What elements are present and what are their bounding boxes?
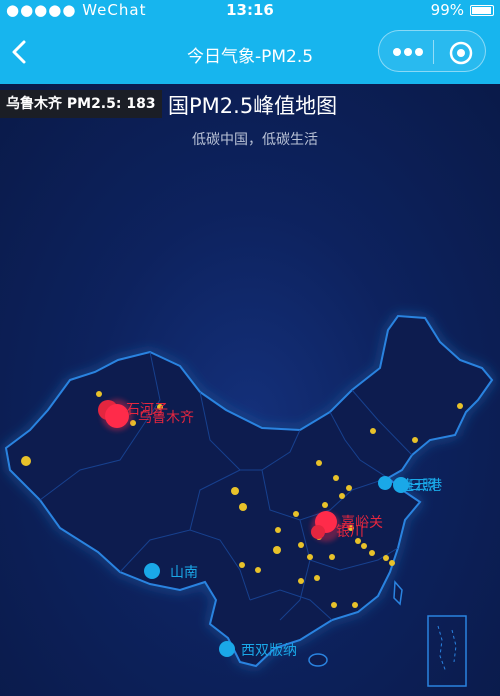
- map-point: [329, 554, 335, 560]
- map-point: [370, 428, 376, 434]
- map-point: [255, 567, 261, 573]
- status-time: 13:16: [226, 1, 274, 19]
- map-point: [298, 542, 304, 548]
- map-point: [331, 602, 337, 608]
- map-point: [389, 560, 395, 566]
- map-point: [96, 391, 102, 397]
- city-label-urumqi: 乌鲁木齐: [138, 410, 194, 426]
- mini-program-capsule: [378, 30, 486, 72]
- city-label-rizhao: 日照: [408, 478, 436, 494]
- map-point: [383, 555, 389, 561]
- battery-status: 99%: [431, 1, 494, 19]
- map-point: [361, 543, 367, 549]
- map-point: [352, 602, 358, 608]
- more-menu-button[interactable]: [391, 43, 425, 61]
- map-point: [219, 641, 235, 657]
- map-point: [275, 527, 281, 533]
- map-point: [273, 546, 281, 554]
- map-point: [298, 578, 304, 584]
- map-point: [339, 493, 345, 499]
- map-tooltip: 乌鲁木齐 PM2.5: 183: [0, 90, 162, 118]
- nav-bar: 今日气象-PM2.5: [0, 22, 500, 84]
- more-dots-icon: [393, 48, 423, 56]
- china-pm25-map[interactable]: 石河子 乌鲁木齐 连云港 日照 嘉峪关 银川 山南 西双版纳: [0, 84, 500, 696]
- south-china-sea-inset: [427, 615, 467, 687]
- map-point: [457, 403, 463, 409]
- map-title: 国PM2.5峰值地图: [168, 94, 338, 118]
- map-point: [144, 563, 160, 579]
- map-point: [21, 456, 31, 466]
- map-point: [293, 511, 299, 517]
- map-point: [307, 554, 313, 560]
- map-point: [333, 475, 339, 481]
- hainan-shape: [308, 653, 328, 667]
- city-label-shannan: 山南: [170, 565, 198, 581]
- map-point: [231, 487, 239, 495]
- battery-icon: [470, 5, 494, 16]
- map-point: [412, 437, 418, 443]
- status-bar: ●●●●● WeChat 13:16 99%: [0, 0, 500, 22]
- map-point: [369, 550, 375, 556]
- map-subtitle: 低碳中国，低碳生活: [192, 132, 318, 148]
- map-point: [239, 503, 247, 511]
- target-circle-icon: [449, 41, 473, 65]
- map-point: [239, 562, 245, 568]
- battery-percent: 99%: [430, 1, 464, 19]
- map-point: [316, 460, 322, 466]
- taiwan-shape: [393, 580, 403, 606]
- city-label-xishuangbanna: 西双版纳: [241, 643, 297, 659]
- map-point: [346, 485, 352, 491]
- central-point: [311, 525, 325, 539]
- map-point: [314, 575, 320, 581]
- capsule-divider: [433, 40, 434, 64]
- close-program-button[interactable]: [449, 41, 473, 65]
- city-label-yinchuan: 银川: [336, 524, 364, 540]
- map-point: [322, 502, 328, 508]
- map-point: [378, 476, 392, 490]
